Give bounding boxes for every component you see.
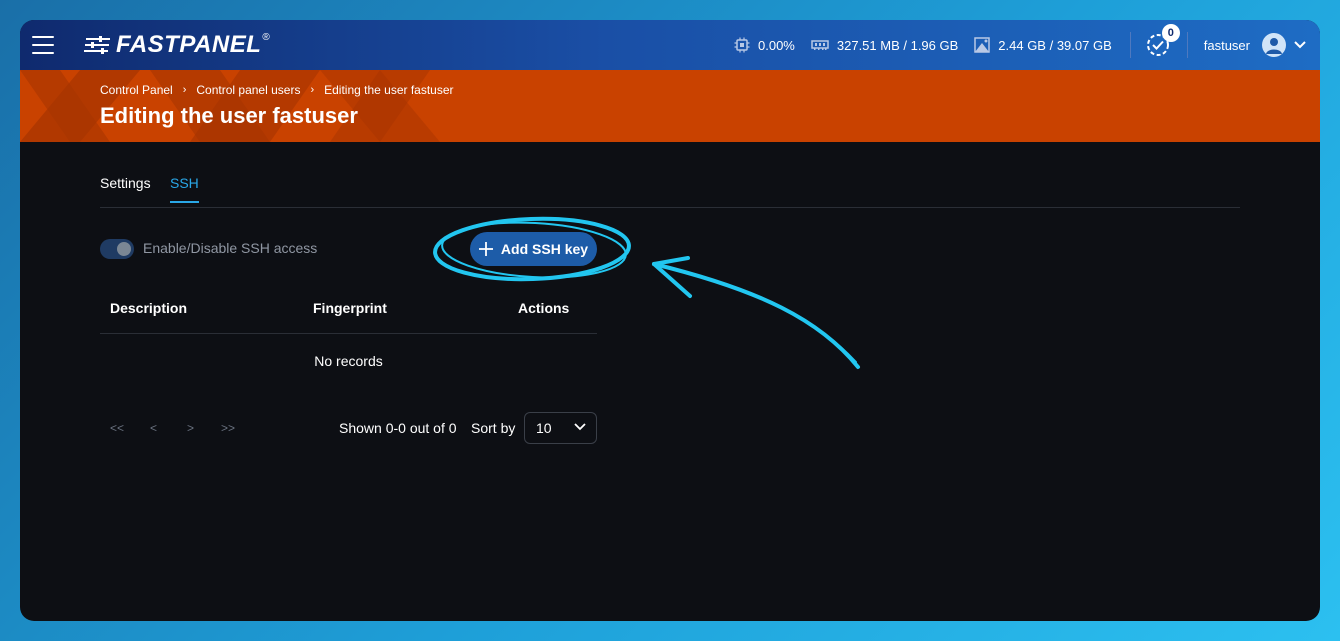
breadcrumb-control-panel-users[interactable]: Control panel users xyxy=(196,83,300,97)
notifications-button[interactable]: 0 xyxy=(1145,24,1180,58)
ssh-access-toggle[interactable] xyxy=(100,239,134,259)
disk-value: 2.44 GB / 39.07 GB xyxy=(998,37,1112,53)
cpu-icon xyxy=(734,37,750,53)
ssh-access-toggle-label: Enable/Disable SSH access xyxy=(143,240,318,256)
breadcrumb: Control Panel › Control panel users › Ed… xyxy=(100,83,454,97)
cpu-value: 0.00% xyxy=(758,37,795,53)
sort-by-label: Sort by xyxy=(471,420,516,436)
page-size-select[interactable]: 10 xyxy=(524,412,597,444)
memory-value: 327.51 MB / 1.96 GB xyxy=(836,37,959,53)
pagination-next[interactable]: > xyxy=(187,421,194,435)
column-header-actions: Actions xyxy=(518,300,570,316)
username[interactable]: fastuser xyxy=(1204,38,1250,53)
pagination-summary: Shown 0-0 out of 0 xyxy=(339,420,457,436)
app-window: FASTPANEL ® 0.00% 327.51 MB / 1.96 GB 2.… xyxy=(20,20,1320,621)
breadcrumb-separator: › xyxy=(310,84,315,96)
column-header-fingerprint: Fingerprint xyxy=(313,300,387,316)
fastpanel-logo[interactable]: FASTPANEL ® xyxy=(84,31,270,59)
pagination-last[interactable]: >> xyxy=(221,421,235,435)
user-avatar-icon[interactable] xyxy=(1262,33,1286,57)
add-ssh-key-label: Add SSH key xyxy=(500,241,589,257)
pagination-first[interactable]: << xyxy=(110,421,124,435)
divider xyxy=(1186,32,1188,58)
memory-icon xyxy=(811,40,829,50)
divider xyxy=(1129,32,1131,58)
page-size-value: 10 xyxy=(536,420,552,436)
notifications-count-badge: 0 xyxy=(1161,24,1180,42)
page-header-banner: Control Panel › Control panel users › Ed… xyxy=(20,70,1320,142)
logo-registered: ® xyxy=(262,31,270,43)
breadcrumb-control-panel[interactable]: Control Panel xyxy=(100,83,173,97)
table-divider xyxy=(100,333,597,334)
breadcrumb-separator: › xyxy=(182,84,187,96)
tab-ssh[interactable]: SSH xyxy=(170,175,199,203)
disk-stat: 2.44 GB / 39.07 GB xyxy=(974,37,1112,53)
chevron-down-icon xyxy=(574,423,586,431)
menu-icon[interactable] xyxy=(32,36,54,54)
logo-text: FASTPANEL xyxy=(116,31,262,58)
breadcrumb-current: Editing the user fastuser xyxy=(324,83,454,97)
tab-settings[interactable]: Settings xyxy=(100,175,151,201)
disk-icon xyxy=(974,37,991,53)
system-stats: 0.00% 327.51 MB / 1.96 GB 2.44 GB / 39.0… xyxy=(734,20,1320,70)
cpu-stat: 0.00% xyxy=(734,37,795,53)
pagination-prev[interactable]: < xyxy=(150,421,157,435)
memory-stat: 327.51 MB / 1.96 GB xyxy=(811,38,958,53)
toggle-knob xyxy=(117,242,131,256)
chevron-down-icon[interactable] xyxy=(1294,41,1306,49)
column-header-description: Description xyxy=(110,300,188,316)
add-ssh-key-button[interactable]: Add SSH key xyxy=(470,232,597,266)
page-title: Editing the user fastuser xyxy=(100,103,358,128)
empty-table-message: No records xyxy=(314,353,383,369)
tab-bar: Settings SSH xyxy=(100,174,1240,208)
top-bar: FASTPANEL ® 0.00% 327.51 MB / 1.96 GB 2.… xyxy=(20,20,1320,70)
logo-sliders-icon xyxy=(84,36,110,54)
plus-icon xyxy=(478,242,493,256)
